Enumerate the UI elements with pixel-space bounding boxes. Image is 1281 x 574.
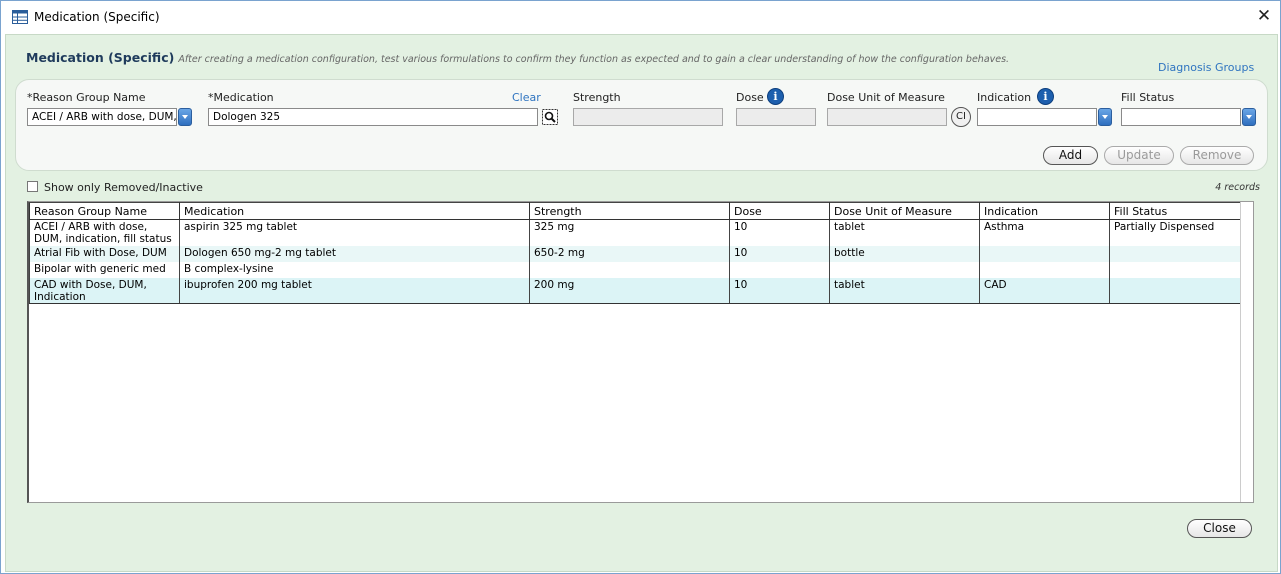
reason-group-dropdown-icon[interactable] [178, 108, 192, 126]
strength-label: Strength [573, 91, 621, 104]
entry-form-panel: *Reason Group Name ACEI / ARB with dose,… [15, 79, 1268, 171]
column-header[interactable]: Indication [979, 202, 1110, 220]
table-cell: B complex-lysine [179, 261, 530, 278]
show-removed-checkbox[interactable] [27, 181, 38, 192]
indication-dropdown-icon[interactable] [1098, 108, 1112, 126]
dose-field[interactable] [736, 108, 816, 126]
medication-label: *Medication [208, 91, 274, 104]
table-cell [1109, 245, 1241, 262]
fill-status-select[interactable] [1121, 108, 1241, 126]
medication-table: Reason Group Name Medication Strength Do… [27, 201, 1254, 503]
table-cell: 10 [729, 219, 830, 246]
table-row[interactable]: Atrial Fib with Dose, DUM Dologen 650 mg… [29, 245, 1241, 262]
table-row[interactable]: ACEI / ARB with dose, DUM, indication, f… [29, 219, 1241, 246]
remove-button[interactable]: Remove [1180, 146, 1254, 165]
table-grid-icon [12, 10, 28, 24]
grid-scroll-divider [1240, 202, 1241, 502]
table-cell: 650-2 mg [529, 245, 730, 262]
table-cell: Dologen 650 mg-2 mg tablet [179, 245, 530, 262]
table-cell: CAD with Dose, DUM, Indication [29, 277, 180, 304]
fill-status-label: Fill Status [1121, 91, 1175, 104]
diagnosis-groups-link[interactable]: Diagnosis Groups [1158, 61, 1254, 74]
clear-link[interactable]: Clear [512, 91, 541, 104]
table-cell [529, 261, 730, 278]
column-header[interactable]: Dose [729, 202, 830, 220]
table-cell [979, 261, 1110, 278]
table-cell: 200 mg [529, 277, 730, 304]
medication-grid: Reason Group Name Medication Strength Do… [29, 202, 1241, 304]
table-cell: ACEI / ARB with dose, DUM, indication, f… [29, 219, 180, 246]
column-header[interactable]: Fill Status [1109, 202, 1241, 220]
table-cell: 10 [729, 245, 830, 262]
table-cell: tablet [829, 219, 980, 246]
table-cell: ibuprofen 200 mg tablet [179, 277, 530, 304]
table-row[interactable]: Bipolar with generic med B complex-lysin… [29, 261, 1241, 278]
table-cell: 10 [729, 277, 830, 304]
table-cell: Bipolar with generic med [29, 261, 180, 278]
search-icon[interactable] [542, 109, 558, 125]
column-header[interactable]: Medication [179, 202, 530, 220]
table-cell: CAD [979, 277, 1110, 304]
dose-label: Dose [736, 91, 764, 104]
close-button[interactable]: Close [1187, 519, 1252, 538]
medication-specific-window: Medication (Specific) ✕ Medication (Spec… [0, 0, 1281, 574]
table-cell: Atrial Fib with Dose, DUM [29, 245, 180, 262]
dialog-body: Medication (Specific) After creating a me… [5, 34, 1278, 572]
table-cell [979, 245, 1110, 262]
ci-button[interactable]: CI [951, 107, 971, 127]
update-button[interactable]: Update [1104, 146, 1174, 165]
title-bar: Medication (Specific) ✕ [1, 1, 1280, 34]
table-cell [1109, 277, 1241, 304]
page-description: After creating a medication configuratio… [178, 54, 1010, 65]
table-cell [829, 261, 980, 278]
table-cell: Asthma [979, 219, 1110, 246]
dose-unit-field[interactable] [827, 108, 947, 126]
strength-field[interactable] [573, 108, 723, 126]
column-header[interactable]: Dose Unit of Measure [829, 202, 980, 220]
table-cell: tablet [829, 277, 980, 304]
reason-group-label: *Reason Group Name [27, 91, 146, 104]
page-title: Medication (Specific) [26, 50, 175, 65]
record-count: 4 records [1215, 182, 1260, 193]
fill-status-dropdown-icon[interactable] [1242, 108, 1256, 126]
info-icon[interactable]: i [767, 88, 784, 105]
table-cell: bottle [829, 245, 980, 262]
column-header[interactable]: Strength [529, 202, 730, 220]
info-icon[interactable]: i [1037, 88, 1054, 105]
reason-group-select[interactable]: ACEI / ARB with dose, DUM, i [27, 108, 177, 126]
show-removed-label: Show only Removed/Inactive [44, 181, 203, 194]
medication-input[interactable]: Dologen 325 [208, 108, 538, 126]
dose-unit-label: Dose Unit of Measure [827, 91, 945, 104]
table-cell [729, 261, 830, 278]
table-cell [1109, 261, 1241, 278]
add-button[interactable]: Add [1043, 146, 1098, 165]
close-icon[interactable]: ✕ [1253, 5, 1275, 27]
table-cell: Partially Dispensed [1109, 219, 1241, 246]
page-heading: Medication (Specific) After creating a me… [26, 50, 1009, 65]
indication-select[interactable] [977, 108, 1097, 126]
table-header-row: Reason Group Name Medication Strength Do… [29, 202, 1241, 220]
column-header[interactable]: Reason Group Name [29, 202, 180, 220]
table-row[interactable]: CAD with Dose, DUM, Indication ibuprofen… [29, 277, 1241, 304]
table-cell: aspirin 325 mg tablet [179, 219, 530, 246]
window-title: Medication (Specific) [34, 10, 160, 24]
table-cell: 325 mg [529, 219, 730, 246]
indication-label: Indication [977, 91, 1032, 104]
